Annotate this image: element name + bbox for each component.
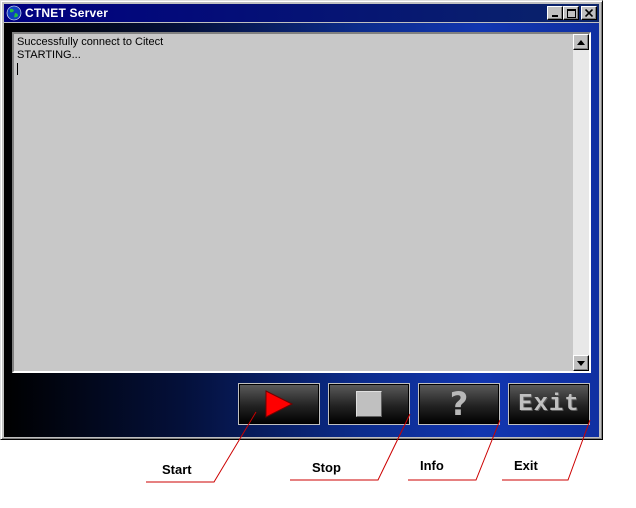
- help-icon: ?: [449, 385, 469, 423]
- close-icon: [585, 9, 593, 17]
- play-icon: [265, 390, 294, 418]
- globe-icon: [6, 5, 22, 21]
- text-caret: [17, 63, 18, 75]
- stop-button[interactable]: [328, 383, 410, 425]
- exit-button-label: Exit: [518, 390, 580, 418]
- exit-button[interactable]: Exit: [508, 383, 590, 425]
- vertical-scrollbar[interactable]: [573, 34, 589, 371]
- log-text: Successfully connect to Citect STARTING.…: [17, 36, 567, 75]
- scroll-up-button[interactable]: [573, 34, 589, 50]
- minimize-icon: [552, 15, 558, 17]
- minimize-button[interactable]: [547, 6, 563, 20]
- client-area: Successfully connect to Citect STARTING.…: [4, 23, 599, 437]
- window-title: CTNET Server: [25, 6, 109, 20]
- start-callout-label: Start: [162, 462, 192, 477]
- log-output-textarea[interactable]: Successfully connect to Citect STARTING.…: [12, 32, 591, 373]
- info-callout-label: Info: [420, 458, 444, 473]
- close-button[interactable]: [581, 6, 597, 20]
- stop-callout-label: Stop: [312, 460, 341, 475]
- title-bar[interactable]: CTNET Server: [4, 4, 599, 22]
- info-button[interactable]: ?: [418, 383, 500, 425]
- log-line: STARTING...: [17, 49, 81, 61]
- stop-icon: [356, 391, 382, 417]
- scroll-down-button[interactable]: [573, 355, 589, 371]
- arrow-up-icon: [577, 39, 585, 45]
- exit-callout-label: Exit: [514, 458, 538, 473]
- log-line: Successfully connect to Citect: [17, 36, 164, 48]
- start-button[interactable]: [238, 383, 320, 425]
- arrow-down-icon: [577, 360, 585, 366]
- ctnet-server-window: CTNET Server Successfully connect to Cit…: [0, 0, 603, 440]
- maximize-button[interactable]: [563, 6, 579, 20]
- maximize-icon: [566, 8, 576, 18]
